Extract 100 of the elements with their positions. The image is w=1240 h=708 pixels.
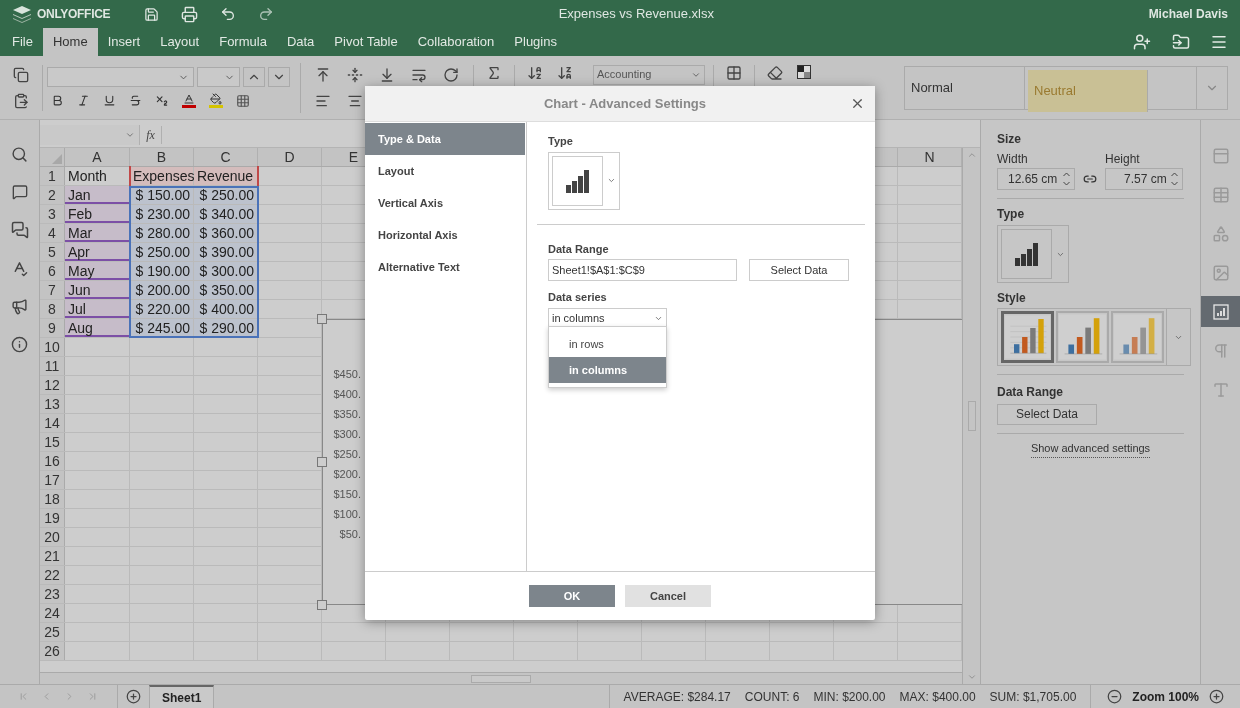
row-header[interactable]: 22	[40, 566, 65, 584]
row-header[interactable]: 19	[40, 509, 65, 527]
font-size-field[interactable]	[197, 67, 240, 87]
menu-tab[interactable]: Layout	[150, 28, 210, 56]
number-format-dropdown[interactable]: Accounting	[593, 64, 705, 85]
resize-handle[interactable]	[317, 600, 327, 610]
chart-style-option[interactable]	[1056, 311, 1109, 363]
sort-descending-button[interactable]	[557, 64, 573, 81]
undo-button[interactable]	[220, 6, 236, 22]
chat-button[interactable]	[10, 221, 29, 239]
dropdown-option[interactable]: in columns	[549, 357, 666, 383]
menu-button[interactable]	[1210, 33, 1228, 51]
align-top-button[interactable]	[315, 66, 331, 83]
row-header[interactable]: 21	[40, 547, 65, 565]
row-header[interactable]: 13	[40, 395, 65, 413]
row-header[interactable]: 3	[40, 205, 65, 223]
sort-ascending-button[interactable]	[527, 64, 543, 81]
ok-button[interactable]: OK	[529, 585, 615, 607]
menu-tab[interactable]: Home	[42, 28, 98, 56]
link-icon[interactable]	[1083, 172, 1097, 186]
menu-tab[interactable]: Data	[276, 28, 325, 56]
fill-color-button[interactable]	[209, 93, 223, 108]
search-button[interactable]	[11, 146, 28, 163]
orientation-button[interactable]	[443, 66, 459, 83]
comments-button[interactable]	[11, 184, 28, 200]
resize-handle[interactable]	[317, 457, 327, 467]
italic-button[interactable]	[77, 94, 90, 107]
row-header[interactable]: 9	[40, 319, 65, 337]
clear-button[interactable]	[767, 64, 783, 81]
underline-button[interactable]	[103, 94, 116, 107]
print-button[interactable]	[181, 5, 198, 23]
resize-handle[interactable]	[317, 314, 327, 324]
row-header[interactable]: 26	[40, 642, 65, 660]
row-header[interactable]: 14	[40, 414, 65, 432]
increase-font-button[interactable]	[243, 67, 265, 87]
chart-style-option[interactable]	[1001, 311, 1054, 363]
close-button[interactable]	[850, 96, 865, 111]
data-range-field[interactable]: Sheet1!$A$1:$C$9	[548, 259, 737, 281]
bold-button[interactable]	[51, 94, 64, 107]
advanced-settings-link[interactable]: Show advanced settings	[1030, 440, 1151, 458]
settings-nav-item[interactable]: Vertical Axis	[365, 187, 525, 219]
row-header[interactable]: 7	[40, 281, 65, 299]
select-data-button[interactable]: Select Data	[749, 259, 849, 281]
column-header[interactable]: A	[65, 148, 130, 166]
subscript-button[interactable]	[155, 93, 169, 108]
cancel-button[interactable]: Cancel	[625, 585, 711, 607]
row-header[interactable]: 24	[40, 604, 65, 622]
menu-tab[interactable]: Insert	[97, 28, 151, 56]
copy-button[interactable]	[13, 66, 29, 83]
sheet-tab[interactable]: Sheet1	[149, 685, 215, 708]
font-color-button[interactable]	[182, 93, 196, 108]
height-field[interactable]: 7.57 cm	[1105, 168, 1183, 190]
row-header[interactable]: 8	[40, 300, 65, 318]
cell-style-option[interactable]: Normal	[905, 66, 1025, 109]
row-header[interactable]: 15	[40, 433, 65, 451]
width-field[interactable]: 12.65 cm	[997, 168, 1075, 190]
share-button[interactable]	[1132, 33, 1152, 51]
menu-tab[interactable]: Formula	[209, 28, 277, 56]
row-header[interactable]: 17	[40, 471, 65, 489]
chart-type-button[interactable]	[548, 151, 620, 210]
decrease-font-button[interactable]	[268, 67, 290, 87]
strikethrough-button[interactable]	[129, 94, 142, 107]
menu-tab[interactable]: Plugins	[504, 28, 567, 56]
redo-button[interactable]	[258, 6, 274, 22]
sum-button[interactable]	[486, 64, 502, 81]
horizontal-scrollbar-thumb[interactable]	[471, 674, 531, 683]
select-data-button[interactable]: Select Data	[997, 403, 1097, 425]
borders-button[interactable]	[236, 93, 250, 108]
align-middle-button[interactable]	[347, 66, 363, 83]
column-header[interactable]: B	[130, 148, 194, 166]
zoom-out-icon[interactable]	[1107, 689, 1123, 704]
row-header[interactable]: 16	[40, 452, 65, 470]
menu-tab[interactable]: Collaboration	[407, 28, 505, 56]
vertical-scrollbar-thumb[interactable]	[967, 401, 976, 431]
font-name-field[interactable]	[47, 67, 194, 87]
chart-type-button[interactable]	[997, 225, 1069, 283]
row-header[interactable]: 18	[40, 490, 65, 508]
row-header[interactable]: 25	[40, 623, 65, 641]
settings-nav-item[interactable]: Horizontal Axis	[365, 219, 525, 251]
dropdown-option[interactable]: in rows	[549, 331, 666, 357]
zoom-in-icon[interactable]	[1209, 689, 1224, 704]
column-header[interactable]: D	[258, 148, 322, 166]
align-bottom-button[interactable]	[379, 66, 395, 83]
settings-nav-item[interactable]: Type & Data	[365, 123, 525, 155]
about-button[interactable]	[11, 336, 28, 353]
column-header[interactable]: C	[194, 148, 258, 166]
menu-tab[interactable]: Pivot Table	[324, 28, 408, 56]
row-header[interactable]: 1	[40, 167, 65, 185]
row-header[interactable]: 5	[40, 243, 65, 261]
row-header[interactable]: 4	[40, 224, 65, 242]
settings-nav-item[interactable]: Alternative Text	[365, 251, 525, 283]
row-header[interactable]: 12	[40, 376, 65, 394]
row-header[interactable]: 6	[40, 262, 65, 280]
row-header[interactable]: 23	[40, 585, 65, 603]
menu-tab[interactable]: File	[2, 28, 43, 56]
save-button[interactable]	[144, 6, 159, 22]
row-header[interactable]: 10	[40, 338, 65, 356]
open-location-button[interactable]	[1172, 33, 1190, 51]
row-header[interactable]: 2	[40, 186, 65, 204]
paste-button[interactable]	[13, 92, 29, 109]
